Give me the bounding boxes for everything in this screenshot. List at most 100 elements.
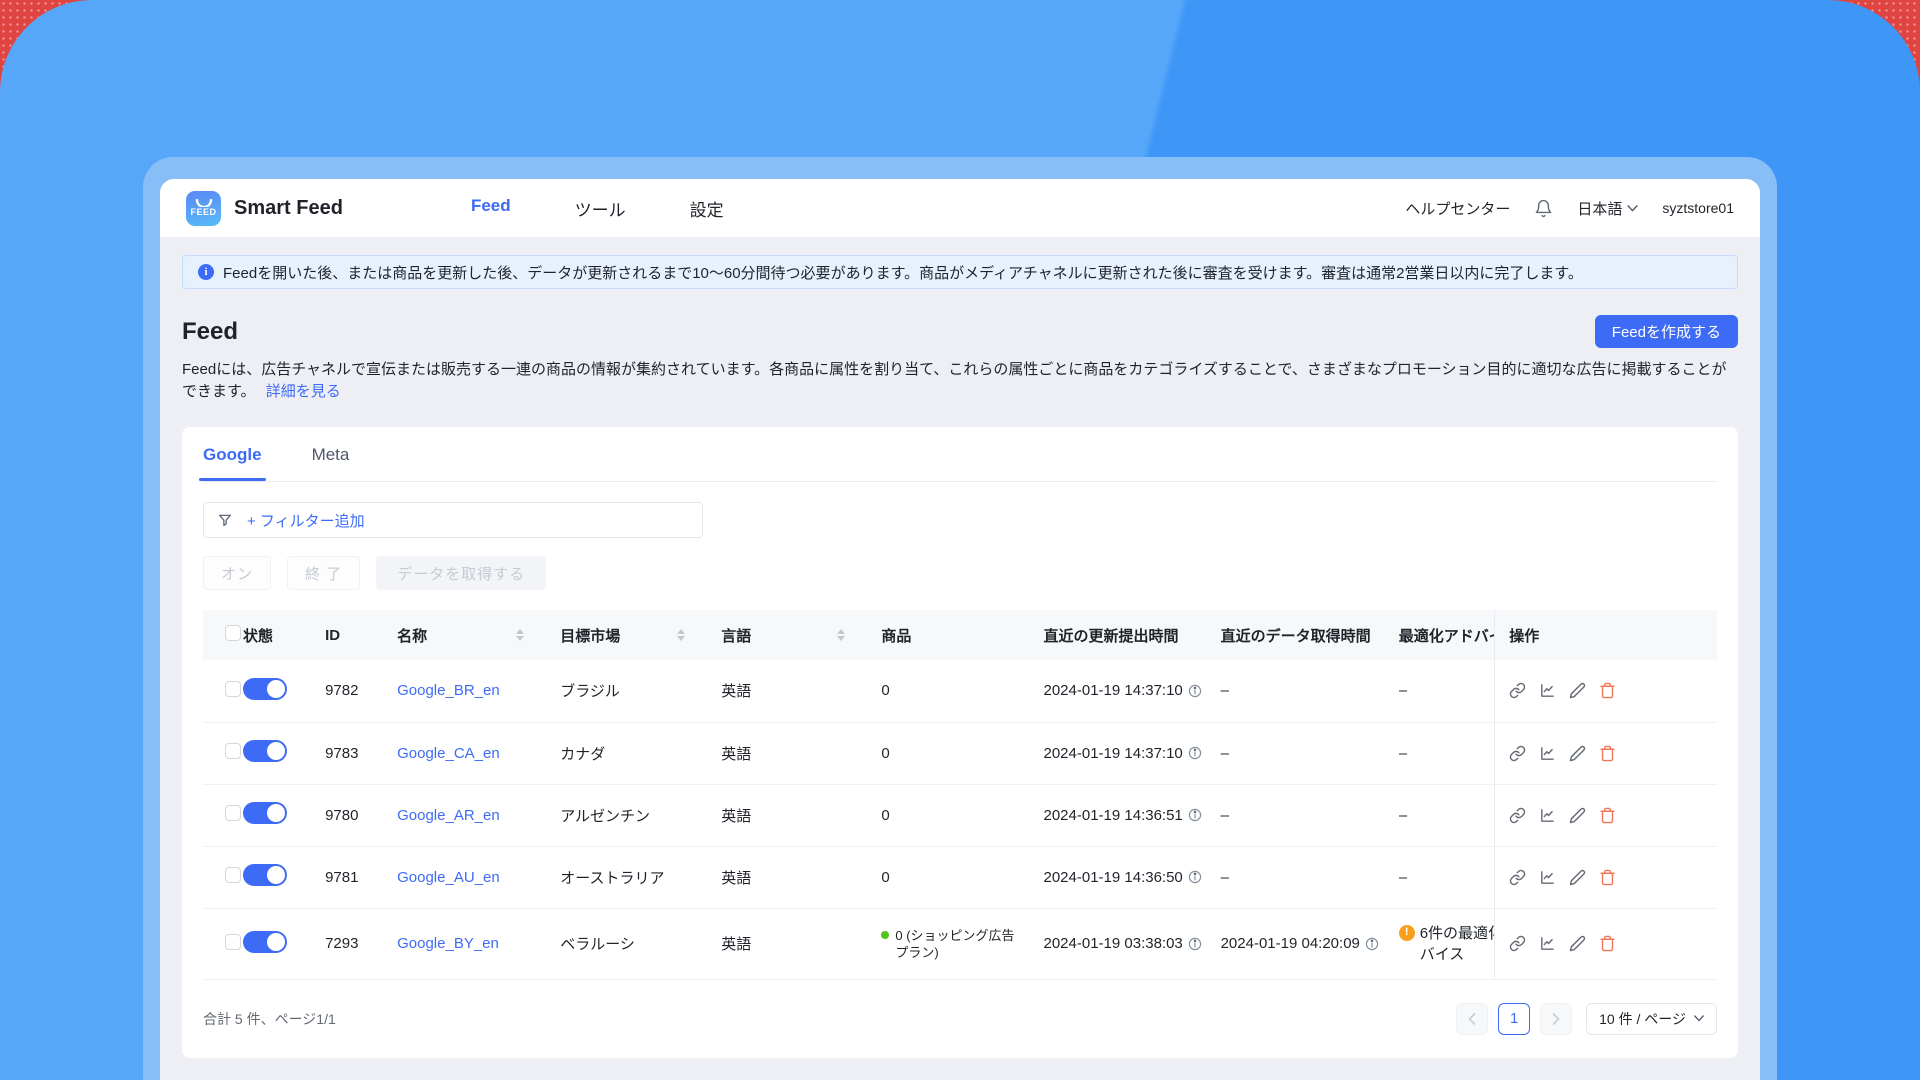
feed-language: 英語: [721, 846, 882, 909]
sort-control[interactable]: [677, 629, 686, 641]
row-checkbox[interactable]: [225, 805, 241, 821]
column-header-2: 名称: [397, 610, 561, 660]
page-number-button[interactable]: 1: [1498, 1002, 1531, 1035]
last-submit-time: 2024-01-19 14:36:51: [1043, 807, 1201, 824]
chart-action-icon[interactable]: [1539, 869, 1556, 886]
status-toggle[interactable]: [243, 740, 288, 762]
column-header-9: 操作: [1494, 610, 1717, 660]
desktop-wallpaper: FEED Smart Feed Feed ツール 設定 ヘルプセンター 日本語 …: [0, 0, 1920, 1080]
app-header: FEED Smart Feed Feed ツール 設定 ヘルプセンター 日本語 …: [160, 179, 1760, 237]
details-link[interactable]: 詳細を見る: [266, 383, 341, 400]
channel-tabs: Google Meta: [199, 443, 1717, 482]
delete-action-icon[interactable]: [1599, 869, 1616, 886]
tab-0[interactable]: Google: [199, 443, 266, 481]
delete-action-icon[interactable]: [1599, 807, 1616, 824]
link-action-icon[interactable]: [1509, 745, 1526, 762]
description-text: Feedには、広告チャネルで宣伝または販売する一連の商品の情報が集約されています…: [182, 361, 1727, 400]
table-row: 9783 Google_CA_en カナダ 英語 0 2024-01-19 14:37:1…: [203, 722, 1717, 785]
info-circle-icon[interactable]: [1188, 870, 1202, 884]
sort-control[interactable]: [837, 629, 846, 641]
toggle-knob: [267, 866, 286, 884]
delete-action-icon[interactable]: [1599, 682, 1616, 699]
language-selector[interactable]: 日本語: [1577, 198, 1638, 219]
optimization-advice: –: [1398, 722, 1495, 785]
fetch-data-button[interactable]: データを取得する: [376, 556, 547, 590]
status-toggle[interactable]: [243, 930, 288, 953]
nav-item-0[interactable]: Feed: [471, 196, 511, 221]
feed-id: 9780: [325, 784, 398, 847]
link-action-icon[interactable]: [1509, 807, 1526, 824]
column-label: 名称: [397, 627, 428, 645]
feed-language: 英語: [721, 660, 882, 723]
page-size-select[interactable]: 10 件 / ページ: [1586, 1002, 1717, 1035]
feed-name-link[interactable]: Google_BY_en: [397, 935, 499, 952]
feed-language: 英語: [721, 908, 882, 980]
column-header-1: ID: [325, 610, 398, 660]
banner-text: Feedを開いた後、または商品を更新した後、データが更新されるまで10～60分間…: [223, 264, 1583, 282]
page-size-label: 10 件 / ページ: [1599, 1010, 1686, 1027]
chart-action-icon[interactable]: [1539, 807, 1556, 824]
username[interactable]: syztstore01: [1662, 200, 1734, 216]
link-action-icon[interactable]: [1509, 935, 1526, 952]
edit-action-icon[interactable]: [1569, 869, 1586, 886]
info-circle-icon[interactable]: [1188, 684, 1202, 698]
feed-name-link[interactable]: Google_BR_en: [397, 682, 500, 699]
chevron-down-icon: [1627, 204, 1638, 211]
nav-item-2[interactable]: 設定: [690, 196, 724, 221]
feed-language: 英語: [721, 722, 882, 785]
link-action-icon[interactable]: [1509, 869, 1526, 886]
info-circle-icon[interactable]: [1188, 746, 1202, 760]
create-feed-button[interactable]: Feedを作成する: [1594, 315, 1738, 348]
row-checkbox[interactable]: [225, 933, 241, 950]
add-filter-link[interactable]: + フィルター追加: [247, 510, 365, 531]
last-submit-time: 2024-01-19 14:37:10: [1043, 682, 1201, 699]
status-toggle[interactable]: [243, 864, 288, 886]
row-checkbox[interactable]: [225, 680, 241, 697]
tab-1[interactable]: Meta: [312, 443, 350, 481]
prev-page-button[interactable]: [1456, 1002, 1489, 1035]
feed-name-link[interactable]: Google_AU_en: [397, 869, 500, 886]
advice-text: 6件の最適化アドバイス: [1419, 924, 1495, 963]
browser-frame: FEED Smart Feed Feed ツール 設定 ヘルプセンター 日本語 …: [143, 157, 1777, 1080]
status-toggle[interactable]: [243, 677, 288, 700]
row-checkbox[interactable]: [225, 743, 241, 759]
feed-table: 状態ID名称 目標市場 言語 商品直近の更新提出時間直近のデータ取得時間最適化アドバイ…: [203, 610, 1717, 980]
chart-action-icon[interactable]: [1539, 682, 1556, 699]
delete-action-icon[interactable]: [1599, 745, 1616, 762]
nav-item-1[interactable]: ツール: [575, 196, 626, 221]
sort-control[interactable]: [516, 629, 525, 641]
feed-name-link[interactable]: Google_CA_en: [397, 745, 500, 762]
column-header-3: 目標市場: [560, 610, 722, 660]
row-checkbox[interactable]: [225, 867, 241, 883]
help-center-link[interactable]: ヘルプセンター: [1405, 198, 1510, 219]
app-window: FEED Smart Feed Feed ツール 設定 ヘルプセンター 日本語 …: [160, 179, 1760, 1080]
delete-action-icon[interactable]: [1599, 935, 1616, 952]
info-circle-icon[interactable]: [1188, 808, 1202, 822]
row-actions: [1509, 682, 1707, 699]
status-toggle[interactable]: [243, 802, 288, 824]
column-label: 言語: [721, 627, 752, 645]
turn-on-button[interactable]: オン: [203, 556, 272, 590]
target-market: オーストラリア: [560, 846, 722, 909]
link-action-icon[interactable]: [1509, 682, 1526, 699]
edit-action-icon[interactable]: [1569, 745, 1586, 762]
end-button[interactable]: 終 了: [287, 556, 361, 590]
notification-bell-icon[interactable]: [1534, 199, 1553, 218]
filter-bar[interactable]: + フィルター追加: [203, 502, 703, 538]
toggle-knob: [267, 742, 286, 760]
edit-action-icon[interactable]: [1569, 682, 1586, 699]
chart-action-icon[interactable]: [1539, 745, 1556, 762]
products-cell: 0: [881, 846, 1044, 909]
info-circle-icon[interactable]: [1365, 937, 1379, 951]
next-page-button[interactable]: [1540, 1002, 1573, 1035]
edit-action-icon[interactable]: [1569, 807, 1586, 824]
chart-action-icon[interactable]: [1539, 935, 1556, 952]
feed-name-link[interactable]: Google_AR_en: [397, 807, 500, 824]
last-fetch-time: –: [1220, 806, 1229, 824]
edit-action-icon[interactable]: [1569, 935, 1586, 952]
last-fetch-time: 2024-01-19 04:20:09: [1221, 935, 1379, 952]
brand[interactable]: FEED Smart Feed: [186, 190, 343, 226]
info-circle-icon[interactable]: [1188, 937, 1202, 951]
page-title: Feed: [182, 317, 239, 345]
select-all-checkbox[interactable]: [225, 625, 241, 641]
